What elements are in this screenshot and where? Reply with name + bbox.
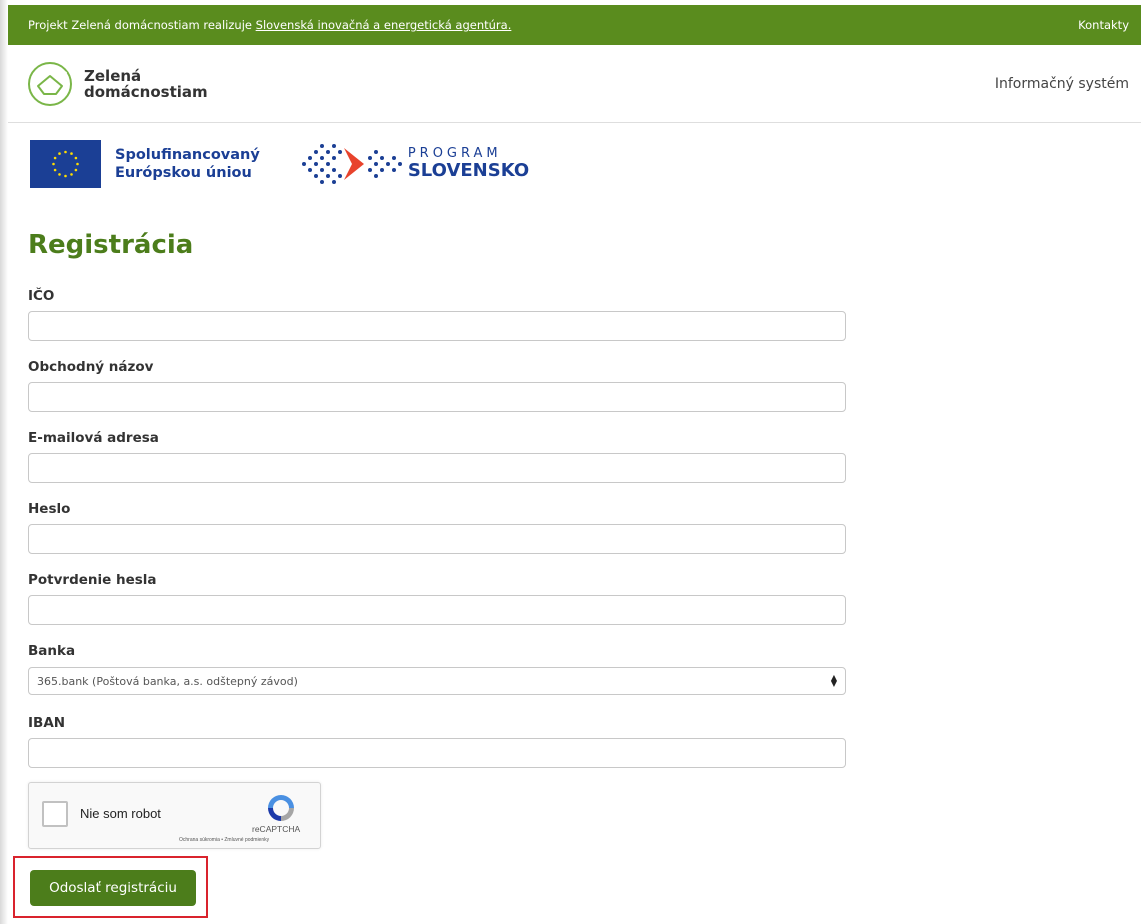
- eu-cofunding-text: Spolufinancovaný Európskou úniou: [115, 146, 260, 182]
- recaptcha-checkbox[interactable]: [42, 801, 68, 827]
- iban-field: IBAN: [28, 715, 846, 768]
- password-input[interactable]: [28, 524, 846, 554]
- project-prefix: Projekt Zelená domácnostiam realizuje: [28, 18, 252, 32]
- contacts-link[interactable]: Kontakty: [1078, 18, 1129, 32]
- agency-link[interactable]: Slovenská inovačná a energetická agentúr…: [256, 18, 512, 32]
- ico-field: IČO: [28, 288, 846, 341]
- recaptcha-terms[interactable]: Ochrana súkromia • Zmluvné podmienky: [179, 837, 269, 843]
- brand-line-2: domácnostiam: [84, 82, 208, 101]
- sponsor-logos: Spolufinancovaný Európskou úniou PROGRAM…: [30, 140, 529, 188]
- password-label: Heslo: [28, 501, 71, 517]
- business-name-input[interactable]: [28, 382, 846, 412]
- password-confirm-input[interactable]: [28, 595, 846, 625]
- brand-name: Zelená domácnostiam: [84, 68, 208, 100]
- select-arrows-icon: ▲ ▼: [830, 673, 837, 688]
- top-info-bar: Projekt Zelená domácnostiam realizuje Sl…: [8, 5, 1141, 45]
- bank-select[interactable]: 365.bank (Poštová banka, a.s. odštepný z…: [28, 667, 846, 695]
- information-system-link[interactable]: Informačný systém: [995, 76, 1129, 92]
- submit-registration-button[interactable]: Odoslať registráciu: [30, 870, 196, 906]
- eu-line-2: Európskou úniou: [115, 165, 252, 181]
- password-confirm-label: Potvrdenie hesla: [28, 572, 157, 588]
- bank-field: Banka 365.bank (Poštová banka, a.s. odšt…: [28, 643, 846, 695]
- iban-input[interactable]: [28, 738, 846, 768]
- password-field: Heslo: [28, 501, 846, 554]
- email-label: E-mailová adresa: [28, 430, 159, 446]
- submit-highlight-frame: Odoslať registráciu: [13, 856, 208, 918]
- ico-input[interactable]: [28, 311, 846, 341]
- email-field: E-mailová adresa: [28, 430, 846, 483]
- iban-label: IBAN: [28, 715, 66, 731]
- page-edge-shadow: [0, 0, 8, 924]
- brand-logo[interactable]: Zelená domácnostiam: [26, 60, 208, 108]
- page-title: Registrácia: [28, 230, 194, 260]
- recaptcha-widget: Nie som robot reCAPTCHA Ochrana súkromia…: [28, 782, 321, 849]
- eu-cofunding-logo: Spolufinancovaný Európskou úniou: [30, 140, 260, 188]
- program-top: PROGRAM: [407, 146, 502, 161]
- bank-label: Banka: [28, 643, 76, 659]
- house-leaf-icon: [28, 61, 72, 106]
- project-info: Projekt Zelená domácnostiam realizuje Sl…: [28, 18, 511, 32]
- eu-flag-icon: [30, 140, 101, 188]
- site-header: Zelená domácnostiam Informačný systém: [8, 45, 1141, 123]
- business-name-field: Obchodný názov: [28, 359, 846, 412]
- program-slovensko-logo: PROGRAM SLOVENSKO: [298, 144, 529, 184]
- brand-line-1: Zelená: [84, 66, 142, 85]
- bank-selected-value: 365.bank (Poštová banka, a.s. odštepný z…: [37, 674, 298, 688]
- business-name-label: Obchodný názov: [28, 359, 154, 375]
- program-slovensko-text: PROGRAM SLOVENSKO: [408, 147, 529, 181]
- email-input[interactable]: [28, 453, 846, 483]
- password-confirm-field: Potvrdenie hesla: [28, 572, 846, 625]
- ico-label: IČO: [28, 288, 55, 304]
- recaptcha-logo-icon: [268, 795, 294, 821]
- program-slovensko-dots-icon: [301, 144, 402, 184]
- program-bottom: SLOVENSKO: [407, 160, 530, 181]
- eu-line-1: Spolufinancovaný: [115, 147, 260, 163]
- recaptcha-label: Nie som robot: [80, 806, 161, 821]
- recaptcha-brand: reCAPTCHA: [252, 824, 301, 834]
